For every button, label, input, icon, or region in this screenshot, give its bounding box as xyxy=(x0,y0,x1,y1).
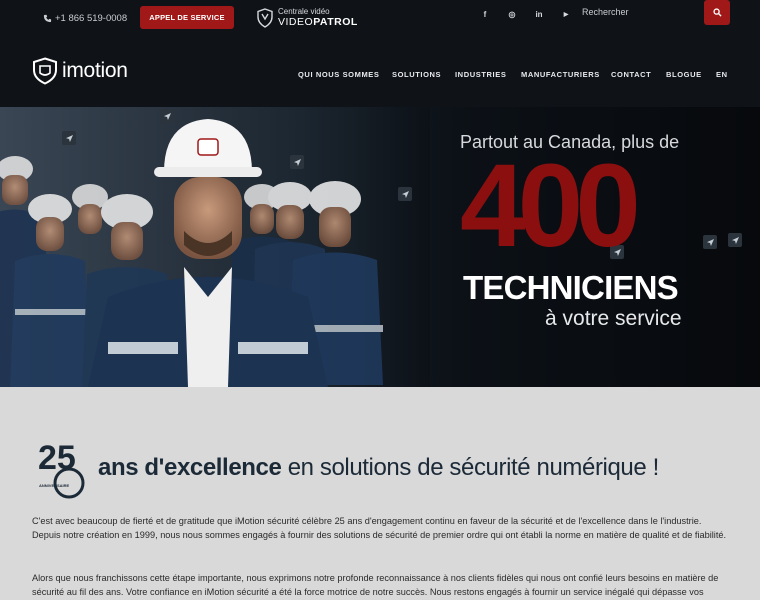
top-bar: +1 866 519-0008 APPEL DE SERVICE Central… xyxy=(0,0,760,40)
plane-icon xyxy=(160,109,174,123)
anniversary-paragraph-1: C'est avec beaucoup de fierté et de grat… xyxy=(32,516,727,540)
plane-icon xyxy=(398,187,412,201)
nav-solutions[interactable]: SOLUTIONS xyxy=(392,70,441,79)
logo-text: imotion xyxy=(62,59,128,82)
shield-icon xyxy=(257,8,273,28)
hero-service-tagline: à votre service xyxy=(545,307,682,330)
nav-qui-nous-sommes[interactable]: QUI NOUS SOMMES xyxy=(298,70,380,79)
phone-link[interactable]: +1 866 519-0008 xyxy=(43,13,127,24)
facebook-icon[interactable]: f xyxy=(478,8,492,20)
plane-icon xyxy=(290,155,304,169)
hero-number: 400 xyxy=(460,140,641,272)
linkedin-icon[interactable]: in xyxy=(532,8,546,20)
videopatrol-link[interactable]: Centrale vidéo VIDEOPATROL xyxy=(256,8,358,28)
videopatrol-brand: VIDEOPATROL xyxy=(278,17,358,28)
imotion-shield-icon xyxy=(33,57,57,85)
videopatrol-brand-light: VIDEO xyxy=(278,16,314,29)
headline-rest: en solutions de sécurité numérique ! xyxy=(281,454,660,481)
nav-industries[interactable]: INDUSTRIES xyxy=(455,70,506,79)
headline-bold: ans d'excellence xyxy=(98,454,282,481)
plane-icon xyxy=(728,233,742,247)
hero-techniciens: TECHNICIENS xyxy=(463,269,679,306)
nav-manufacturiers[interactable]: MANUFACTURIERS xyxy=(521,70,600,79)
technicians-team-photo xyxy=(0,107,430,387)
hero-banner: Partout au Canada, plus de 400 TECHNICIE… xyxy=(0,107,760,387)
anniversary-section: 25 ANNIVERSAIRE ans d'excellence en solu… xyxy=(0,387,760,600)
anniversary-paragraph-2: Alors que nous franchissons cette étape … xyxy=(32,573,719,597)
nav-language-en[interactable]: EN xyxy=(716,70,728,79)
videopatrol-caption: Centrale vidéo xyxy=(278,7,330,17)
videopatrol-brand-bold: PATROL xyxy=(313,16,358,29)
badge-caption: ANNIVERSAIRE xyxy=(39,483,70,488)
badge-number: 25 xyxy=(38,439,76,477)
site-logo[interactable]: imotion xyxy=(32,57,128,85)
nav-blogue[interactable]: BLOGUE xyxy=(666,70,702,79)
service-call-button[interactable]: APPEL DE SERVICE xyxy=(140,6,234,29)
nav-contact[interactable]: CONTACT xyxy=(611,70,651,79)
search-icon xyxy=(712,8,722,17)
youtube-icon[interactable]: ▶ xyxy=(559,8,573,20)
phone-icon xyxy=(43,14,52,23)
search-button[interactable] xyxy=(704,0,730,25)
instagram-icon[interactable]: ◎ xyxy=(505,8,519,20)
anniversary-25-badge: 25 ANNIVERSAIRE xyxy=(38,439,85,499)
plane-icon xyxy=(62,131,76,145)
phone-number: +1 866 519-0008 xyxy=(55,13,128,24)
search-input[interactable] xyxy=(582,3,697,21)
plane-icon xyxy=(703,235,717,249)
anniversary-headline: ans d'excellence en solutions de sécurit… xyxy=(98,454,659,482)
main-header: imotion QUI NOUS SOMMES SOLUTIONS INDUST… xyxy=(0,40,760,107)
